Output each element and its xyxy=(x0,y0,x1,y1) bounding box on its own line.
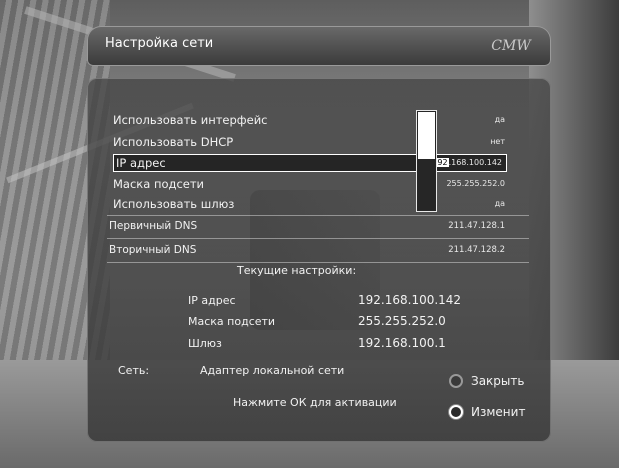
current-ip-label: IP адрес xyxy=(188,294,236,307)
setting-label: Использовать DHCP xyxy=(113,135,234,149)
network-adapter-value: Адаптер локальной сети xyxy=(200,364,345,377)
setting-subnet-mask[interactable]: Маска подсети 255.255.252.0 xyxy=(113,174,505,194)
divider xyxy=(107,262,529,263)
setting-value: да xyxy=(494,199,505,208)
dns-value: 211.47.128.1 xyxy=(448,221,505,231)
current-mask-value: 255.255.252.0 xyxy=(358,314,446,328)
current-gateway-value: 192.168.100.1 xyxy=(358,336,446,350)
divider xyxy=(107,238,529,239)
setting-ip-address[interactable]: IP адрес 192.168.100.142 xyxy=(113,154,507,172)
brand-logo: CMW xyxy=(491,38,531,54)
dns-label: Вторичный DNS xyxy=(109,244,197,256)
current-settings-title: Текущие настройки: xyxy=(237,264,357,277)
scrollbar[interactable] xyxy=(416,110,437,212)
setting-label: Маска подсети xyxy=(113,177,205,191)
setting-label: IP адрес xyxy=(116,156,166,170)
radio-off-icon xyxy=(449,374,463,388)
setting-value: 255.255.252.0 xyxy=(446,179,505,188)
scrollbar-thumb[interactable] xyxy=(418,112,435,159)
setting-use-interface[interactable]: Использовать интерфейс да xyxy=(113,110,505,130)
window-header: Настройка сети CMW xyxy=(87,26,551,66)
activation-hint: Нажмите ОК для активации xyxy=(233,396,397,409)
current-gateway-label: Шлюз xyxy=(188,337,222,350)
setting-use-gateway[interactable]: Использовать шлюз да xyxy=(113,194,505,214)
current-ip-value: 192.168.100.142 xyxy=(358,293,462,307)
change-button-label: Изменит xyxy=(471,405,526,419)
ip-rest: .168.100.142 xyxy=(448,158,502,167)
setting-label: Использовать шлюз xyxy=(113,197,235,211)
setting-label: Использовать интерфейс xyxy=(113,113,268,127)
current-mask-label: Маска подсети xyxy=(188,315,276,328)
network-label: Сеть: xyxy=(118,364,150,377)
window-title: Настройка сети xyxy=(105,36,214,51)
ip-address-input[interactable]: 192.168.100.142 xyxy=(431,155,502,171)
close-button-label: Закрыть xyxy=(471,374,525,388)
setting-use-dhcp[interactable]: Использовать DHCP нет xyxy=(113,132,505,152)
setting-value: да xyxy=(494,115,505,124)
setting-secondary-dns[interactable]: Вторичный DNS 211.47.128.2 xyxy=(109,240,505,260)
dns-label: Первичный DNS xyxy=(109,220,198,232)
setting-value: нет xyxy=(490,137,505,146)
radio-on-icon xyxy=(449,405,463,419)
dns-value: 211.47.128.2 xyxy=(448,245,505,255)
setting-primary-dns[interactable]: Первичный DNS 211.47.128.1 xyxy=(109,216,505,236)
